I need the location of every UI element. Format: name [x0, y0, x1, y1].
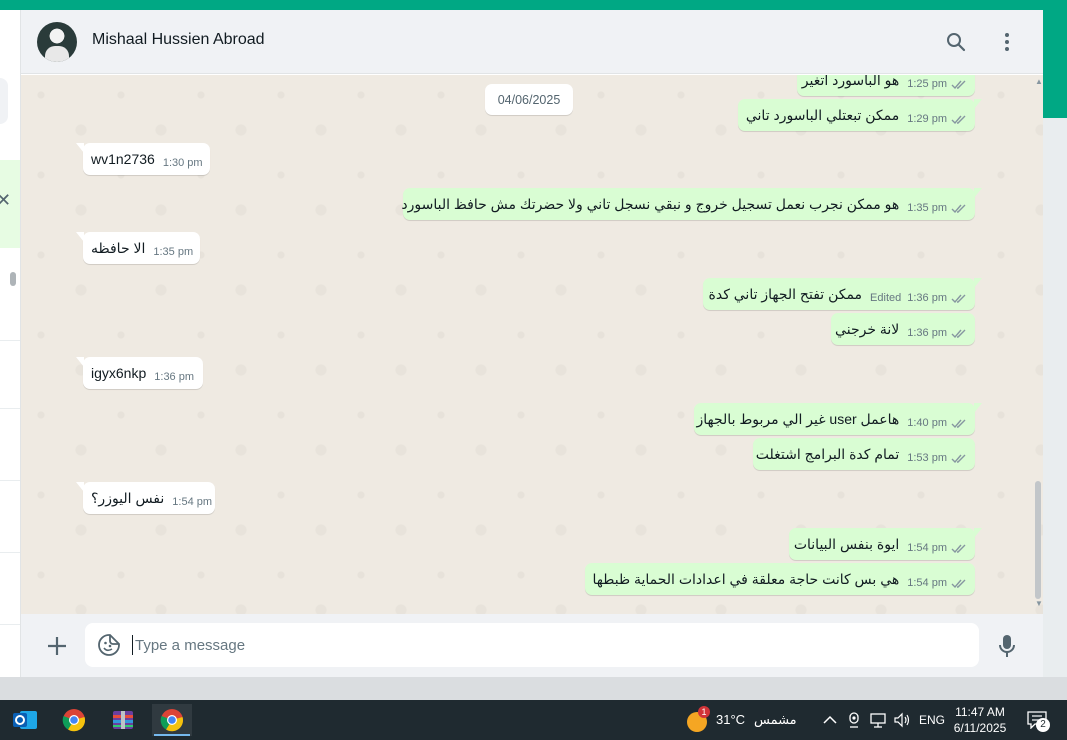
chat-list-divider	[0, 408, 20, 409]
clock-date: 6/11/2025	[953, 721, 1007, 735]
microphone-icon[interactable]	[994, 633, 1020, 659]
message-time: 1:54 pm	[172, 496, 213, 508]
network-icon[interactable]	[868, 710, 888, 730]
winrar-icon[interactable]	[103, 704, 143, 736]
clock-time: 11:47 AM	[955, 705, 1005, 719]
window-edge	[1043, 118, 1067, 678]
chat-list-scrollbar[interactable]	[10, 272, 16, 286]
message-text: هو ممكن نجرب نعمل تسجيل خروج و نبقي نسجل…	[401, 195, 900, 212]
message-incoming[interactable]: igyx6nkp 1:36 pm	[76, 357, 203, 389]
weather-widget[interactable]: 1 31°C مشمس	[684, 706, 806, 734]
message-input[interactable]	[135, 623, 955, 667]
message-time: 1:40 pm	[907, 417, 947, 429]
weather-temp: 31°C	[716, 712, 746, 727]
message-time: 1:54 pm	[907, 542, 947, 554]
message-outgoing[interactable]: ممكن تفتح الجهاز تاني كدة Edited 1:36 pm	[703, 278, 982, 310]
chat-list-divider	[0, 624, 20, 625]
close-icon[interactable]: ✕	[0, 190, 11, 211]
double-check-icon	[951, 579, 966, 588]
message-time: 1:30 pm	[162, 157, 203, 169]
message-time: 1:35 pm	[153, 246, 194, 258]
double-check-icon	[951, 544, 966, 553]
message-scrollbar[interactable]: ▲ ▼	[1033, 75, 1043, 614]
app-top-bar	[0, 0, 1067, 10]
message-text: igyx6nkp	[91, 365, 147, 381]
window-bottom-edge	[0, 677, 1067, 700]
message-time: 1:29 pm	[907, 113, 947, 125]
scroll-down-arrow-icon[interactable]: ▼	[1035, 599, 1043, 608]
chat-header: Mishaal Hussien Abroad	[21, 10, 1043, 74]
volume-icon[interactable]	[892, 710, 912, 730]
kebab-menu-icon[interactable]	[995, 30, 1019, 54]
message-text: هو الباسورد اتغير	[801, 75, 900, 88]
chevron-up-icon[interactable]	[820, 710, 840, 730]
message-time: 1:54 pm	[907, 577, 947, 589]
chrome-icon[interactable]	[54, 704, 94, 736]
notification-count: 2	[1036, 718, 1050, 732]
sticker-icon[interactable]	[97, 633, 121, 657]
message-time: 1:25 pm	[907, 78, 947, 90]
chat-list-panel: ✕	[0, 10, 21, 677]
message-time: 1:35 pm	[907, 202, 947, 214]
outlook-icon[interactable]	[5, 704, 45, 736]
contact-name[interactable]: Mishaal Hussien Abroad	[92, 31, 265, 49]
double-check-icon	[951, 419, 966, 428]
chat-list-divider	[0, 552, 20, 553]
chat-footer	[21, 614, 1043, 677]
message-incoming[interactable]: wv1n2736 1:30 pm	[76, 143, 210, 175]
message-time: 1:36 pm	[154, 371, 195, 383]
edited-label: Edited	[870, 292, 902, 304]
message-outgoing[interactable]: هي بس كانت حاجة معلقة في اعدادات الحماية…	[585, 563, 975, 595]
chat-list-divider	[0, 480, 20, 481]
message-outgoing[interactable]: هو ممكن نجرب نعمل تسجيل خروج و نبقي نسجل…	[401, 188, 982, 220]
message-outgoing[interactable]: لانة خرجني 1:36 pm	[831, 313, 975, 345]
message-text: الا حافظه	[91, 239, 146, 256]
message-text: ايوة بنفس البيانات	[793, 535, 900, 552]
message-text: تمام كدة البرامج اشتغلت	[755, 445, 900, 462]
double-check-icon	[951, 454, 966, 463]
chat-list-divider	[0, 340, 20, 341]
message-outgoing[interactable]: هو الباسورد اتغير 1:25 pm	[797, 75, 975, 96]
double-check-icon	[951, 115, 966, 124]
double-check-icon	[951, 204, 966, 213]
message-incoming[interactable]: الا حافظه 1:35 pm	[76, 232, 200, 264]
date-separator: 04/06/2025	[485, 84, 573, 115]
message-composer[interactable]	[85, 623, 979, 667]
window-edge-accent	[1043, 10, 1067, 118]
text-caret	[132, 635, 133, 655]
message-text: نفس اليوزر؟	[91, 489, 165, 506]
message-text: هاعمل user غير الي مربوط بالجهاز	[696, 410, 900, 427]
double-check-icon	[951, 329, 966, 338]
message-list[interactable]: 04/06/2025 هو الباسورد اتغير 1:25 pm ممك…	[21, 75, 1043, 614]
message-time: 1:36 pm	[907, 292, 947, 304]
message-text: wv1n2736	[91, 151, 155, 167]
plus-icon[interactable]	[44, 633, 70, 659]
double-check-icon	[951, 80, 966, 89]
message-time: 1:36 pm	[907, 327, 947, 339]
message-time: 1:53 pm	[907, 452, 947, 464]
scroll-thumb[interactable]	[1035, 481, 1041, 599]
message-text: هي بس كانت حاجة معلقة في اعدادات الحماية…	[592, 570, 900, 587]
chat-list-search[interactable]	[0, 78, 8, 124]
scroll-up-arrow-icon[interactable]: ▲	[1035, 77, 1043, 86]
double-check-icon	[951, 294, 966, 303]
message-incoming[interactable]: نفس اليوزر؟ 1:54 pm	[76, 482, 215, 514]
message-text: ممكن تبعتلي الباسورد تاني	[745, 106, 900, 123]
message-outgoing[interactable]: ممكن تبعتلي الباسورد تاني 1:29 pm	[738, 99, 982, 131]
avatar[interactable]	[37, 22, 77, 62]
message-outgoing[interactable]: تمام كدة البرامج اشتغلت 1:53 pm	[753, 438, 975, 470]
message-outgoing[interactable]: ايوة بنفس البيانات 1:54 pm	[789, 528, 982, 560]
notification-icon[interactable]: 2	[1024, 710, 1050, 732]
message-text: ممكن تفتح الجهاز تاني كدة	[708, 285, 863, 302]
weather-badge: 1	[698, 706, 710, 718]
message-text: لانة خرجني	[835, 320, 900, 337]
webcam-icon[interactable]	[844, 710, 864, 730]
weather-desc: مشمس	[754, 712, 797, 727]
message-outgoing[interactable]: هاعمل user غير الي مربوط بالجهاز 1:40 pm	[694, 403, 982, 435]
language-indicator[interactable]: ENG	[919, 713, 945, 727]
search-icon[interactable]	[944, 30, 968, 54]
clock[interactable]: 11:47 AM 6/11/2025	[950, 704, 1010, 736]
chrome-icon[interactable]	[152, 704, 192, 736]
taskbar: 1 31°C مشمس ENG 11:47 AM 6/11/2025 2	[0, 700, 1067, 740]
